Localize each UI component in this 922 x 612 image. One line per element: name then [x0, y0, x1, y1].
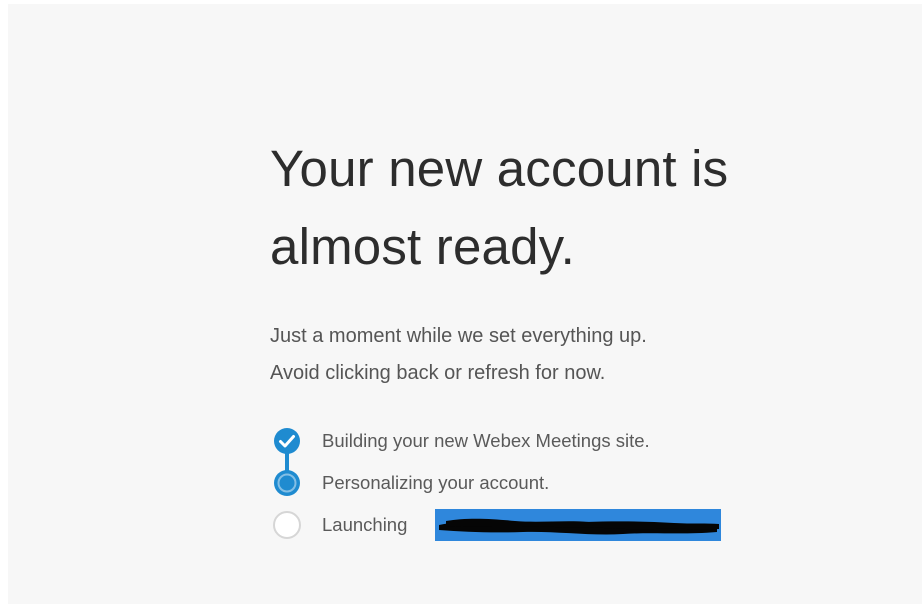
status-message: Just a moment while we set everything up…: [270, 318, 830, 392]
empty-circle-icon: [273, 511, 301, 539]
step-label: Launching: [322, 514, 408, 535]
step-label: Personalizing your account.: [322, 472, 550, 493]
setup-panel: Your new account is almost ready. Just a…: [8, 4, 922, 604]
redaction-mark: [435, 509, 721, 541]
status-message-line-1: Just a moment while we set everything up…: [270, 325, 647, 347]
page-title-line-1: Your new account is: [270, 140, 729, 197]
step-launching: Launching: [270, 504, 830, 546]
status-message-line-2: Avoid clicking back or refresh for now.: [270, 362, 606, 384]
page-title-line-2: almost ready.: [270, 218, 575, 275]
step-label: Building your new Webex Meetings site.: [322, 430, 650, 451]
setup-content: Your new account is almost ready. Just a…: [270, 130, 830, 546]
step-building-site: Building your new Webex Meetings site.: [270, 420, 830, 462]
setup-progress-steps: Building your new Webex Meetings site. P…: [270, 420, 830, 546]
progress-circle-icon: [274, 470, 300, 496]
check-circle-icon: [274, 428, 300, 454]
page-title: Your new account is almost ready.: [270, 130, 830, 286]
step-personalizing-account: Personalizing your account.: [270, 462, 830, 504]
